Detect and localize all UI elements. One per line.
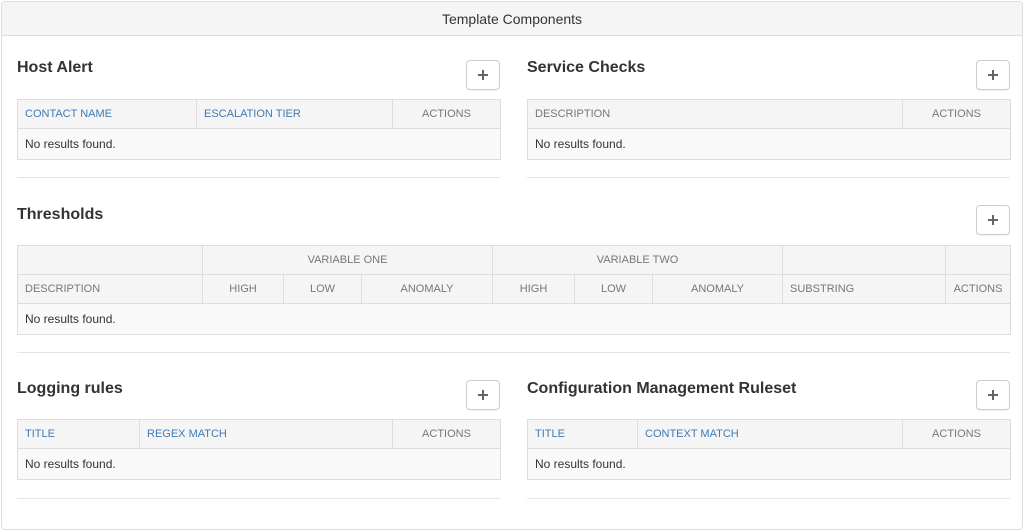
column-substring: SUBSTRING [782, 274, 947, 304]
group-header-variable-one: VARIABLE ONE [201, 245, 494, 275]
column-actions: ACTIONS [902, 99, 1011, 129]
column-context-match[interactable]: CONTEXT MATCH [637, 419, 903, 449]
empty-message: No results found. [17, 128, 501, 160]
column-escalation-tier[interactable]: ESCALATION TIER [196, 99, 393, 129]
group-header-blank [945, 245, 1012, 275]
host-alert-table: CONTACT NAME ESCALATION TIER ACTIONS No … [17, 99, 501, 160]
column-actions: ACTIONS [945, 274, 1012, 304]
plus-icon [478, 390, 488, 400]
column-var1-anomaly: ANOMALY [360, 274, 494, 304]
config-mgmt-add-button[interactable] [976, 380, 1010, 410]
section-divider [17, 352, 1010, 353]
table-row: No results found. [17, 448, 501, 480]
column-var2-high: HIGH [492, 274, 576, 304]
service-checks-title: Service Checks [527, 59, 646, 76]
table-row: No results found. [527, 448, 1011, 480]
empty-message: No results found. [16, 303, 1012, 335]
column-title[interactable]: TITLE [17, 419, 140, 449]
column-var1-high: HIGH [202, 274, 284, 304]
column-var2-anomaly: ANOMALY [652, 274, 784, 304]
empty-message: No results found. [527, 128, 1011, 160]
host-alert-add-button[interactable] [466, 60, 500, 90]
plus-icon [988, 390, 998, 400]
logging-rules-add-button[interactable] [466, 380, 500, 410]
plus-icon [988, 70, 998, 80]
service-checks-section: Service Checks DESCRIPTION ACTIONS No re… [527, 37, 1011, 182]
column-var2-low: LOW [574, 274, 654, 304]
table-row: No results found. [16, 303, 1012, 335]
logging-rules-section: Logging rules TITLE REGEX MATCH ACTIONS … [17, 357, 501, 502]
column-actions: ACTIONS [902, 419, 1011, 449]
thresholds-table: VARIABLE ONE VARIABLE TWO DESCRIPTION HI… [16, 245, 1012, 335]
config-mgmt-title: Configuration Management Ruleset [527, 380, 797, 397]
table-row: No results found. [17, 128, 501, 160]
plus-icon [478, 70, 488, 80]
host-alert-title: Host Alert [17, 59, 93, 76]
group-header-variable-two: VARIABLE TWO [492, 245, 784, 275]
section-divider [527, 177, 1010, 178]
section-divider [17, 177, 500, 178]
thresholds-title: Thresholds [17, 206, 104, 223]
column-contact-name[interactable]: CONTACT NAME [17, 99, 197, 129]
logging-rules-table: TITLE REGEX MATCH ACTIONS No results fou… [17, 419, 501, 480]
plus-icon [988, 215, 998, 225]
config-mgmt-table: TITLE CONTEXT MATCH ACTIONS No results f… [527, 419, 1011, 480]
section-divider [17, 498, 500, 499]
service-checks-table: DESCRIPTION ACTIONS No results found. [527, 99, 1011, 160]
column-var1-low: LOW [283, 274, 362, 304]
empty-message: No results found. [527, 448, 1011, 480]
host-alert-section: Host Alert CONTACT NAME ESCALATION TIER … [17, 37, 501, 182]
empty-message: No results found. [17, 448, 501, 480]
panel-title: Template Components [2, 2, 1022, 36]
table-row: No results found. [527, 128, 1011, 160]
thresholds-add-button[interactable] [976, 205, 1010, 235]
config-mgmt-section: Configuration Management Ruleset TITLE C… [527, 357, 1011, 502]
column-title[interactable]: TITLE [527, 419, 638, 449]
service-checks-add-button[interactable] [976, 60, 1010, 90]
template-components-panel: Template Components Host Alert CONTACT N… [1, 1, 1023, 530]
column-actions: ACTIONS [392, 419, 501, 449]
column-description: DESCRIPTION [527, 99, 903, 129]
group-header-blank [17, 245, 203, 275]
column-actions: ACTIONS [392, 99, 501, 129]
thresholds-section: Thresholds VARIABLE ONE VARIABLE TWO DES… [16, 182, 1012, 357]
column-regex-match[interactable]: REGEX MATCH [139, 419, 393, 449]
group-header-blank [782, 245, 947, 275]
column-description: DESCRIPTION [17, 274, 203, 304]
section-divider [527, 498, 1010, 499]
logging-rules-title: Logging rules [17, 380, 123, 397]
